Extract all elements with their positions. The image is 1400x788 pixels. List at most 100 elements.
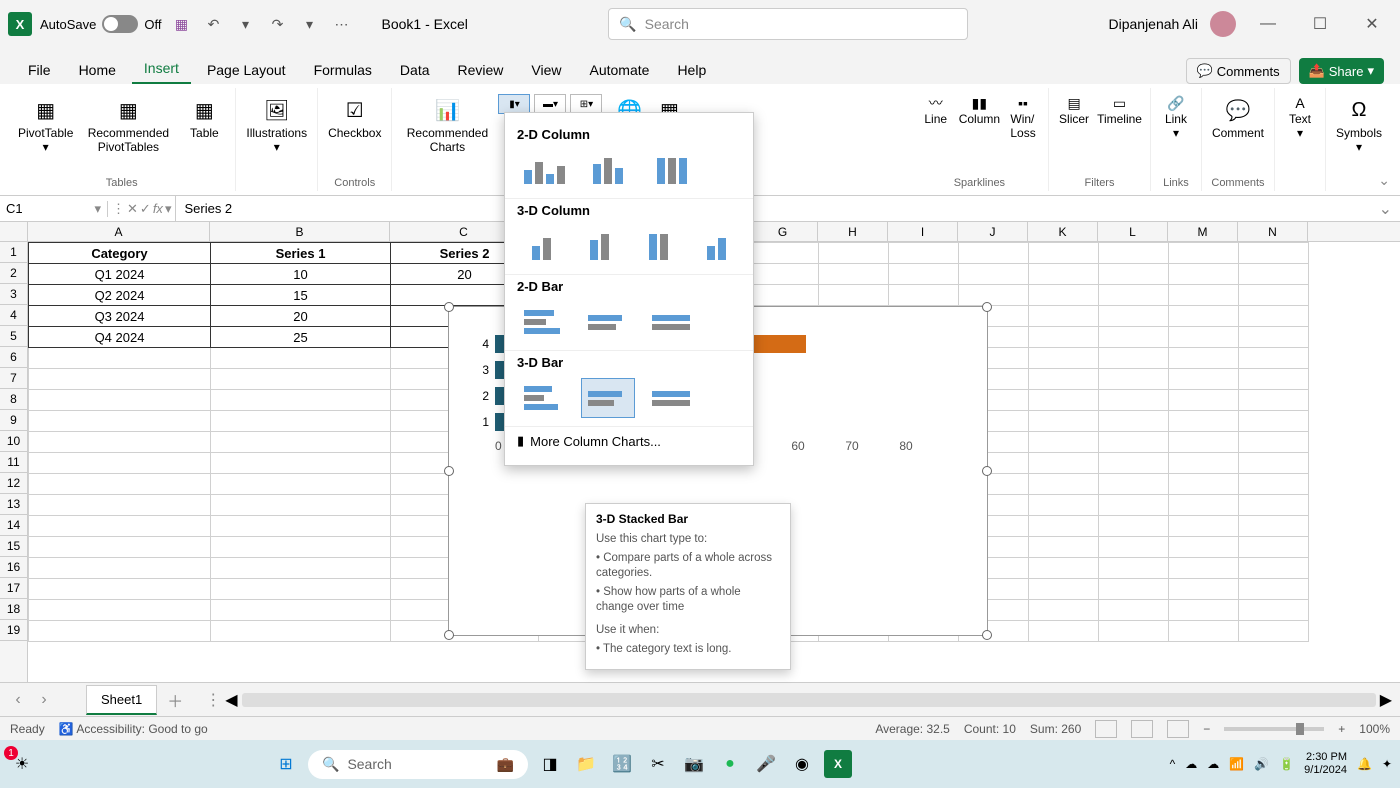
cell[interactable] bbox=[1169, 453, 1239, 474]
notifications-icon[interactable]: 🔔 bbox=[1357, 757, 1372, 771]
row-header[interactable]: 13 bbox=[0, 494, 27, 515]
stacked-bar-option[interactable] bbox=[581, 302, 635, 342]
ribbon-collapse-icon[interactable]: ⌄ bbox=[1378, 172, 1390, 189]
cell[interactable]: Series 1 bbox=[211, 243, 391, 264]
chevron-down-icon[interactable]: ▾ bbox=[94, 201, 101, 217]
resize-handle[interactable] bbox=[444, 302, 454, 312]
cell[interactable] bbox=[1099, 264, 1169, 285]
zoom-in-icon[interactable]: + bbox=[1338, 722, 1345, 736]
cell[interactable] bbox=[1099, 558, 1169, 579]
accessibility-status[interactable]: ♿ Accessibility: Good to go bbox=[59, 722, 208, 736]
column-header[interactable]: J bbox=[958, 222, 1028, 241]
sheet-menu-icon[interactable]: ⋮ bbox=[205, 690, 221, 710]
cell[interactable]: Category bbox=[29, 243, 211, 264]
cell[interactable] bbox=[29, 516, 211, 537]
tab-data[interactable]: Data bbox=[388, 56, 442, 84]
resize-handle[interactable] bbox=[982, 302, 992, 312]
row-header[interactable]: 16 bbox=[0, 557, 27, 578]
cell[interactable] bbox=[1239, 285, 1309, 306]
cell[interactable] bbox=[1239, 495, 1309, 516]
cell[interactable] bbox=[1169, 474, 1239, 495]
row-header[interactable]: 17 bbox=[0, 578, 27, 599]
redo-icon[interactable]: ↷ bbox=[265, 12, 289, 36]
fx-dropdown-icon[interactable]: ▾ bbox=[165, 201, 172, 217]
sheet-prev-icon[interactable]: ‹ bbox=[8, 691, 28, 709]
cell[interactable] bbox=[819, 243, 889, 264]
cell[interactable] bbox=[1169, 327, 1239, 348]
resize-handle[interactable] bbox=[982, 466, 992, 476]
3d-100-stacked-bar-option[interactable] bbox=[645, 378, 699, 418]
tab-file[interactable]: File bbox=[16, 56, 63, 84]
3d-stacked-bar-option[interactable] bbox=[581, 378, 635, 418]
cell[interactable] bbox=[211, 411, 391, 432]
row-header[interactable]: 7 bbox=[0, 368, 27, 389]
cell[interactable] bbox=[29, 495, 211, 516]
row-header[interactable]: 14 bbox=[0, 515, 27, 536]
cell[interactable] bbox=[1239, 600, 1309, 621]
cell[interactable] bbox=[211, 621, 391, 642]
zoom-out-icon[interactable]: − bbox=[1203, 722, 1210, 736]
voice-icon[interactable]: 🎤 bbox=[752, 750, 780, 778]
cell[interactable] bbox=[1099, 285, 1169, 306]
cell[interactable] bbox=[959, 243, 1029, 264]
cell[interactable] bbox=[1099, 348, 1169, 369]
column-header[interactable]: A bbox=[28, 222, 210, 241]
tray-chevron-icon[interactable]: ^ bbox=[1170, 757, 1176, 771]
qat-overflow-icon[interactable]: ⋯ bbox=[329, 12, 353, 36]
symbols-button[interactable]: ΩSymbols▾ bbox=[1332, 92, 1386, 156]
cell[interactable] bbox=[29, 453, 211, 474]
expand-icon[interactable]: ⋮ bbox=[112, 201, 125, 217]
tab-help[interactable]: Help bbox=[665, 56, 718, 84]
cell[interactable] bbox=[1169, 285, 1239, 306]
clock[interactable]: 2:30 PM9/1/2024 bbox=[1304, 751, 1347, 777]
cell[interactable] bbox=[1029, 600, 1099, 621]
search-input[interactable]: 🔍 Search bbox=[608, 8, 968, 40]
cell[interactable] bbox=[1099, 579, 1169, 600]
hscroll-right-icon[interactable]: ▶ bbox=[1380, 690, 1392, 710]
tab-home[interactable]: Home bbox=[67, 56, 128, 84]
recommended-charts-button[interactable]: 📊Recommended Charts bbox=[398, 92, 496, 156]
cell[interactable] bbox=[819, 285, 889, 306]
column-chart-dropdown[interactable]: ▮▾ bbox=[498, 94, 530, 114]
snip-icon[interactable]: ✂ bbox=[644, 750, 672, 778]
column-header[interactable]: K bbox=[1028, 222, 1098, 241]
minimize-button[interactable]: — bbox=[1248, 15, 1288, 33]
calculator-icon[interactable]: 🔢 bbox=[608, 750, 636, 778]
tab-automate[interactable]: Automate bbox=[578, 56, 662, 84]
row-header[interactable]: 1 bbox=[0, 242, 27, 263]
cell[interactable] bbox=[1029, 495, 1099, 516]
cell[interactable] bbox=[1239, 537, 1309, 558]
cell[interactable]: 20 bbox=[211, 306, 391, 327]
cell[interactable] bbox=[1169, 390, 1239, 411]
spotify-icon[interactable]: ● bbox=[716, 750, 744, 778]
cloud-sync-icon[interactable]: ☁ bbox=[1207, 757, 1219, 771]
enter-icon[interactable]: ✓ bbox=[140, 201, 151, 217]
cell[interactable] bbox=[1029, 474, 1099, 495]
cell[interactable] bbox=[1169, 369, 1239, 390]
cell[interactable] bbox=[959, 285, 1029, 306]
cell[interactable] bbox=[211, 537, 391, 558]
more-column-charts[interactable]: ▮ More Column Charts... bbox=[505, 426, 753, 455]
zoom-slider[interactable] bbox=[1224, 727, 1324, 731]
column-header[interactable]: L bbox=[1098, 222, 1168, 241]
fx-icon[interactable]: fx bbox=[153, 201, 163, 216]
sparkline-winloss-button[interactable]: ▪▪Win/ Loss bbox=[1004, 92, 1042, 142]
cell[interactable] bbox=[29, 411, 211, 432]
cell[interactable] bbox=[1169, 600, 1239, 621]
cell[interactable] bbox=[29, 621, 211, 642]
cell[interactable] bbox=[749, 285, 819, 306]
cell[interactable] bbox=[1029, 285, 1099, 306]
taskbar-search[interactable]: 🔍Search💼 bbox=[308, 750, 528, 779]
sheet-next-icon[interactable]: › bbox=[34, 691, 54, 709]
cell[interactable] bbox=[1029, 453, 1099, 474]
undo-icon[interactable]: ↶ bbox=[201, 12, 225, 36]
cell[interactable]: Q3 2024 bbox=[29, 306, 211, 327]
cell[interactable] bbox=[1169, 411, 1239, 432]
cell[interactable] bbox=[1169, 306, 1239, 327]
cell[interactable] bbox=[1239, 579, 1309, 600]
cell[interactable] bbox=[749, 243, 819, 264]
battery-icon[interactable]: 🔋 bbox=[1279, 757, 1294, 771]
cell[interactable] bbox=[1169, 537, 1239, 558]
cell[interactable] bbox=[1029, 432, 1099, 453]
cell[interactable] bbox=[1239, 621, 1309, 642]
